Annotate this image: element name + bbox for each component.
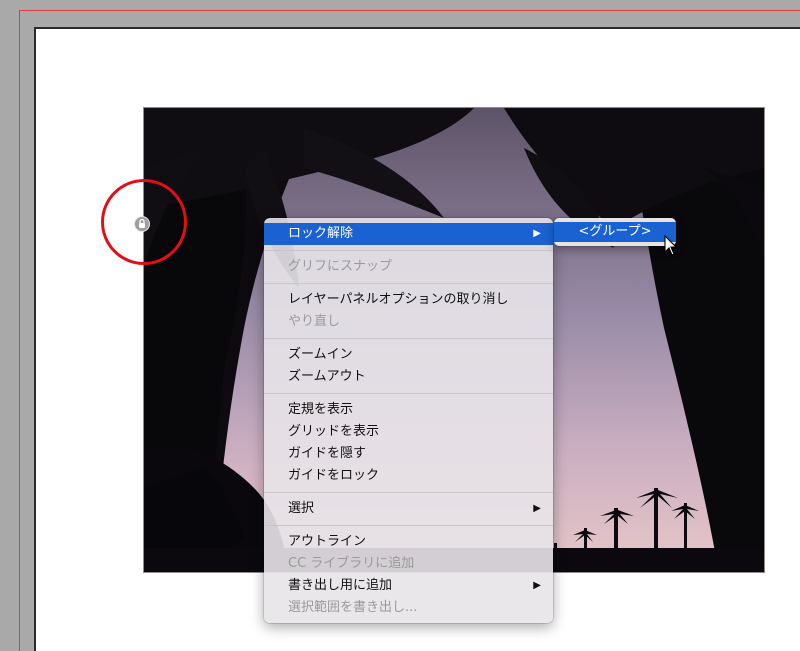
menu-item-zoom-out[interactable]: ズームアウト	[264, 366, 553, 388]
menu-separator	[264, 525, 553, 526]
menu-item-label: 選択範囲を書き出し...	[288, 600, 418, 615]
menu-item-hide-guides[interactable]: ガイドを隠す	[264, 443, 553, 465]
submenu-item-group[interactable]: <グループ>	[554, 222, 676, 242]
menu-item-zoom-in[interactable]: ズームイン	[264, 344, 553, 366]
annotation-circle	[101, 179, 187, 265]
bleed-guide-left	[19, 10, 20, 651]
submenu-arrow-icon: ▶	[533, 228, 541, 239]
menu-item-add-for-export[interactable]: 書き出し用に追加 ▶	[264, 575, 553, 597]
menu-item-lock-guides[interactable]: ガイドをロック	[264, 465, 553, 487]
menu-item-redo: やり直し	[264, 311, 553, 333]
menu-item-label: 定規を表示	[288, 402, 354, 417]
menu-item-undo-layer-panel-options[interactable]: レイヤーパネルオプションの取り消し	[264, 289, 553, 311]
menu-item-show-grid[interactable]: グリッドを表示	[264, 421, 553, 443]
menu-item-label: CC ライブラリに追加	[288, 556, 415, 571]
menu-item-select[interactable]: 選択 ▶	[264, 498, 553, 520]
menu-item-label: グリフにスナップ	[288, 259, 393, 274]
menu-item-show-rulers[interactable]: 定規を表示	[264, 399, 553, 421]
submenu-arrow-icon: ▶	[533, 580, 541, 591]
menu-item-label: 書き出し用に追加	[288, 578, 393, 593]
menu-item-label: 選択	[288, 501, 315, 516]
submenu-arrow-icon: ▶	[533, 503, 541, 514]
menu-separator	[264, 250, 553, 251]
menu-item-label: レイヤーパネルオプションの取り消し	[288, 292, 509, 307]
menu-item-label: ズームアウト	[288, 369, 366, 384]
menu-item-label: やり直し	[288, 314, 341, 329]
arrow-cursor-icon	[664, 235, 678, 256]
menu-item-label: ガイドをロック	[288, 468, 380, 483]
menu-item-unlock[interactable]: ロック解除 ▶	[264, 223, 553, 245]
context-menu[interactable]: ロック解除 ▶ グリフにスナップレイヤーパネルオプションの取り消し やり直しズームイン…	[264, 218, 553, 623]
menu-item-add-to-cc-library: CC ライブラリに追加	[264, 553, 553, 575]
menu-item-label: ズームイン	[288, 347, 353, 362]
menu-separator	[264, 492, 553, 493]
unlock-submenu[interactable]: <グループ>	[554, 218, 676, 246]
menu-item-label: ロック解除	[288, 226, 354, 241]
menu-item-label: アウトライン	[288, 534, 367, 549]
menu-item-snap-to-glyph: グリフにスナップ	[264, 256, 553, 278]
menu-item-export-selection: 選択範囲を書き出し...	[264, 597, 553, 619]
menu-item-label: グリッドを表示	[288, 424, 380, 439]
bleed-guide-top	[19, 10, 800, 11]
menu-separator	[264, 393, 553, 394]
menu-item-outline[interactable]: アウトライン	[264, 531, 553, 553]
menu-item-label: ガイドを隠す	[288, 446, 367, 461]
menu-separator	[264, 283, 553, 284]
menu-separator	[264, 338, 553, 339]
